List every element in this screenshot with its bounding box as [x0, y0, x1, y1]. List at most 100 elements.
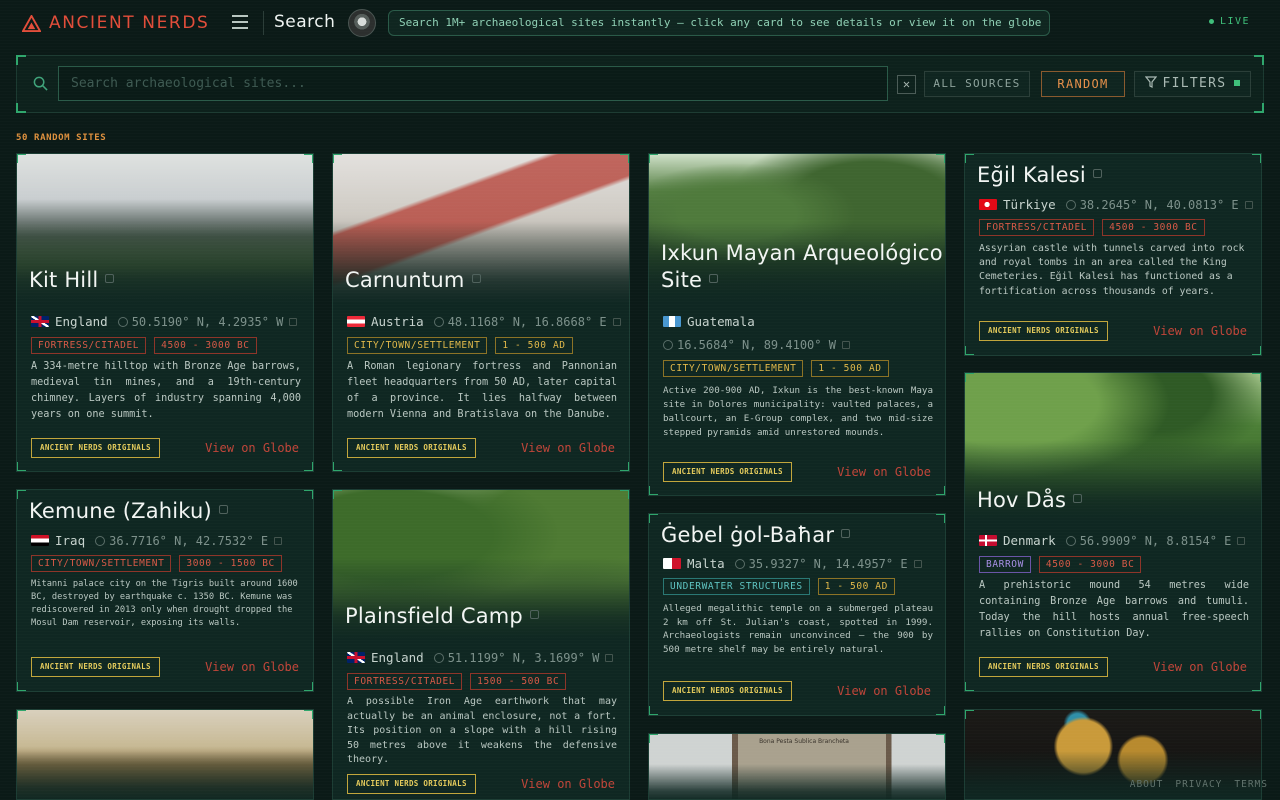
period-tag: 4500 - 3000 BC	[1038, 556, 1142, 573]
period-tag: 1 - 500 AD	[811, 360, 889, 377]
originals-badge[interactable]: ANCIENT NERDS ORIGINALS	[979, 321, 1108, 341]
filters-button[interactable]: FILTERS	[1134, 71, 1251, 97]
site-card[interactable]: Plainsfield Camp England 51.1199° N, 3.1…	[332, 489, 630, 800]
site-image	[17, 710, 313, 799]
search-input[interactable]	[58, 66, 888, 101]
copy-icon[interactable]	[1092, 169, 1102, 178]
copy-icon[interactable]	[218, 505, 228, 514]
footer-link-terms[interactable]: TERMS	[1234, 779, 1268, 790]
originals-badge[interactable]: ANCIENT NERDS ORIGINALS	[663, 462, 792, 482]
site-country: Türkiye	[1003, 197, 1056, 212]
site-location: England 50.5190° N, 4.2935° W	[31, 314, 298, 329]
period-tag: 1500 - 500 BC	[470, 673, 567, 690]
site-card[interactable]: Hov Dås Denmark 56.9909° N, 8.8154° E BA…	[964, 372, 1262, 692]
site-card[interactable]	[16, 709, 314, 800]
period-tag: 1 - 500 AD	[817, 578, 895, 595]
site-coords: 48.1168° N, 16.8668° E	[447, 314, 607, 329]
site-card[interactable]: Carnuntum Austria 48.1168° N, 16.8668° E…	[332, 153, 630, 472]
originals-badge[interactable]: ANCIENT NERDS ORIGINALS	[31, 657, 160, 677]
site-coords: 36.7716° N, 42.7532° E	[109, 533, 269, 548]
logo-mark-icon	[22, 14, 41, 32]
copy-coords-icon[interactable]	[841, 341, 850, 349]
copy-coords-icon[interactable]	[1237, 536, 1246, 545]
globe-icon	[663, 340, 673, 350]
site-card[interactable]: Bona Pesta Sublica Brancheta	[648, 733, 946, 800]
site-title: Carnuntum	[345, 267, 481, 294]
avatar[interactable]	[348, 9, 376, 37]
site-title: Kemune (Zahiku)	[29, 498, 228, 525]
copy-coords-icon[interactable]	[612, 317, 621, 326]
view-on-globe-link[interactable]: View on Globe	[205, 660, 299, 674]
site-description: Assyrian castle with tunnels carved into…	[979, 243, 1245, 297]
site-description: Alleged megalithic temple on a submerged…	[663, 603, 933, 656]
view-on-globe-link[interactable]: View on Globe	[837, 684, 931, 698]
originals-badge[interactable]: ANCIENT NERDS ORIGINALS	[663, 681, 792, 701]
site-country: Iraq	[55, 533, 86, 548]
period-tag: 1 - 500 AD	[495, 337, 573, 354]
view-on-globe-link[interactable]: View on Globe	[1153, 660, 1247, 674]
site-location: England 51.1199° N, 3.1699° W	[347, 650, 614, 665]
filters-label: FILTERS	[1162, 76, 1227, 91]
filter-icon	[1144, 76, 1157, 88]
site-title: Ġebel ġol-Baħar	[661, 522, 851, 549]
menu-icon[interactable]	[232, 15, 248, 29]
globe-icon	[433, 316, 444, 327]
view-on-globe-link[interactable]: View on Globe	[205, 441, 299, 455]
site-location: Denmark 56.9909° N, 8.8154° E	[979, 533, 1246, 548]
copy-coords-icon[interactable]	[605, 653, 614, 662]
site-card[interactable]: Ixkun Mayan Arqueológico Site Guatemala …	[648, 153, 946, 496]
originals-badge[interactable]: ANCIENT NERDS ORIGINALS	[31, 438, 160, 458]
site-country: Austria	[371, 314, 424, 329]
view-on-globe-link[interactable]: View on Globe	[837, 465, 931, 479]
site-location: Guatemala	[663, 314, 755, 329]
copy-coords-icon[interactable]	[289, 317, 298, 326]
all-sources-button[interactable]: ALL SOURCES	[924, 71, 1030, 97]
site-coords: 50.5190° N, 4.2935° W	[131, 314, 284, 329]
footer-link-about[interactable]: ABOUT	[1130, 779, 1164, 790]
results-label: 50 RANDOM SITES	[16, 133, 107, 143]
originals-badge[interactable]: ANCIENT NERDS ORIGINALS	[347, 438, 476, 458]
hint-banner: Search 1M+ archaeological sites instantl…	[388, 10, 1050, 36]
flag-icon	[979, 535, 997, 546]
site-card[interactable]: Ġebel ġol-Baħar Malta 35.9327° N, 14.495…	[648, 513, 946, 716]
site-title: Ixkun Mayan Arqueológico Site	[661, 241, 943, 292]
copy-icon[interactable]	[105, 274, 115, 283]
site-country: Denmark	[1003, 533, 1056, 548]
copy-icon[interactable]	[1073, 494, 1083, 503]
copy-icon[interactable]	[529, 610, 539, 619]
view-on-globe-link[interactable]: View on Globe	[521, 777, 615, 791]
random-button[interactable]: RANDOM	[1041, 71, 1125, 97]
image-caption: Bona Pesta Sublica Brancheta	[759, 738, 849, 745]
site-card[interactable]: Kit Hill England 50.5190° N, 4.2935° W F…	[16, 153, 314, 472]
site-coords: 16.5684° N, 89.4100° W	[677, 338, 836, 352]
view-on-globe-link[interactable]: View on Globe	[521, 441, 615, 455]
footer-link-privacy[interactable]: PRIVACY	[1175, 779, 1222, 790]
flag-icon	[663, 316, 681, 327]
globe-icon	[734, 558, 745, 569]
copy-icon[interactable]	[709, 274, 719, 283]
originals-badge[interactable]: ANCIENT NERDS ORIGINALS	[347, 774, 476, 794]
globe-icon	[433, 652, 444, 663]
copy-icon[interactable]	[471, 274, 481, 283]
page-title: Search	[274, 12, 336, 32]
site-location: Malta 35.9327° N, 14.4957° E	[663, 556, 922, 571]
clear-search-button[interactable]: ✕	[897, 75, 916, 94]
site-description: A Roman legionary fortress and Pannonian…	[347, 361, 617, 420]
copy-coords-icon[interactable]	[913, 559, 922, 568]
globe-icon	[117, 316, 128, 327]
view-on-globe-link[interactable]: View on Globe	[1153, 324, 1247, 338]
copy-coords-icon[interactable]	[274, 536, 283, 545]
copy-icon[interactable]	[841, 529, 851, 538]
live-label: LIVE	[1220, 16, 1251, 27]
brand-logo[interactable]: ANCIENT NERDS	[22, 13, 209, 33]
site-card[interactable]: Kemune (Zahiku) Iraq 36.7716° N, 42.7532…	[16, 489, 314, 692]
copy-coords-icon[interactable]	[1244, 200, 1253, 209]
flag-icon	[31, 535, 49, 546]
site-card[interactable]: Eğil Kalesi Türkiye 38.2645° N, 40.0813°…	[964, 153, 1262, 356]
globe-icon	[1065, 535, 1076, 546]
site-location: Türkiye 38.2645° N, 40.0813° E	[979, 197, 1253, 212]
site-description: Mitanni palace city on the Tigris built …	[31, 579, 298, 628]
originals-badge[interactable]: ANCIENT NERDS ORIGINALS	[979, 657, 1108, 677]
site-description: A possible Iron Age earthwork that may a…	[347, 696, 617, 766]
flag-icon	[347, 652, 365, 663]
